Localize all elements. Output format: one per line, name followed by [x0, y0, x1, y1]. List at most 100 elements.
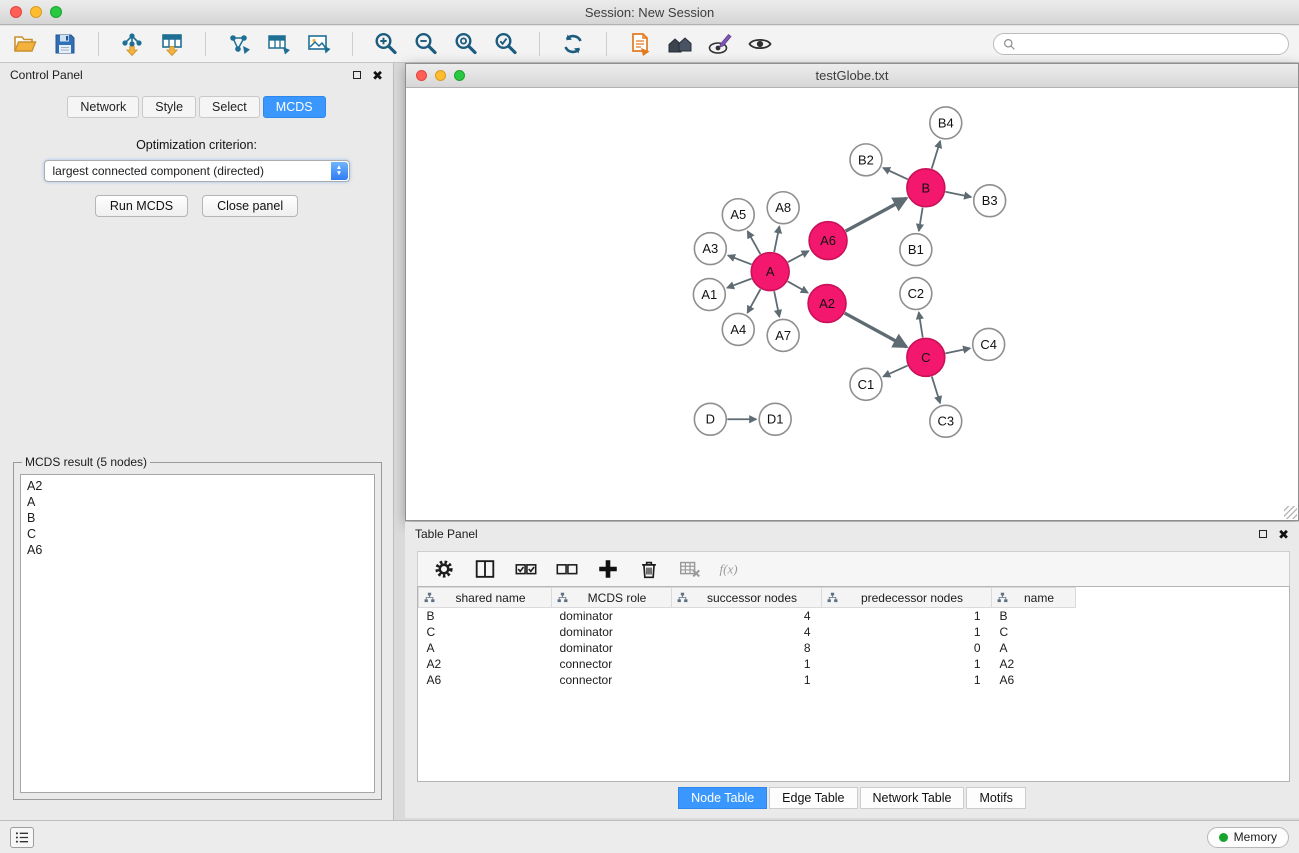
- edge-A-A4[interactable]: [747, 289, 760, 313]
- edge-A6-B[interactable]: [846, 198, 907, 231]
- column-header-successor-nodes[interactable]: successor nodes: [672, 588, 822, 608]
- edge-A-A6[interactable]: [788, 251, 809, 262]
- zoom-in-icon[interactable]: [371, 29, 401, 59]
- tab-select[interactable]: Select: [199, 96, 260, 118]
- edge-C-C4[interactable]: [945, 348, 970, 353]
- zoom-selected-icon[interactable]: [491, 29, 521, 59]
- export-table-icon[interactable]: [264, 29, 294, 59]
- tab-motifs[interactable]: Motifs: [966, 787, 1025, 809]
- control-panel-header: Control Panel ✖: [0, 63, 393, 87]
- node-table-container: shared nameMCDS rolesuccessor nodesprede…: [417, 586, 1290, 782]
- import-network-icon[interactable]: [117, 29, 147, 59]
- tab-mcds[interactable]: MCDS: [263, 96, 326, 118]
- close-panel-button[interactable]: Close panel: [202, 195, 298, 217]
- toolbar-separator: [98, 32, 99, 56]
- column-header-predecessor-nodes[interactable]: predecessor nodes: [822, 588, 992, 608]
- memory-button[interactable]: Memory: [1207, 827, 1289, 848]
- node-label-D1: D1: [767, 412, 784, 427]
- table-row[interactable]: Adominator80A: [419, 640, 1290, 656]
- edge-B-B2[interactable]: [883, 168, 908, 179]
- edge-A-A2[interactable]: [788, 281, 808, 292]
- mcds-result-item[interactable]: B: [27, 510, 368, 526]
- houses-icon[interactable]: [665, 29, 695, 59]
- select-all-icon[interactable]: [513, 556, 539, 582]
- refresh-layout-icon[interactable]: [558, 29, 588, 59]
- node-label-A7: A7: [775, 328, 791, 343]
- task-list-button[interactable]: [10, 827, 34, 848]
- mcds-result-list[interactable]: A2ABCA6: [20, 474, 375, 793]
- zoom-network-window-button[interactable]: [454, 70, 465, 81]
- tab-node-table[interactable]: Node Table: [678, 787, 767, 809]
- float-table-panel-icon[interactable]: [1259, 530, 1267, 538]
- zoom-fit-icon[interactable]: [451, 29, 481, 59]
- edge-A-A3[interactable]: [728, 255, 752, 264]
- table-row[interactable]: Bdominator41B: [419, 608, 1290, 624]
- eye-icon[interactable]: [745, 29, 775, 59]
- column-header-shared-name[interactable]: shared name: [419, 588, 552, 608]
- float-panel-icon[interactable]: [353, 71, 361, 79]
- close-window-button[interactable]: [10, 6, 22, 18]
- eye-brush-icon[interactable]: [705, 29, 735, 59]
- mcds-result-item[interactable]: A: [27, 494, 368, 510]
- export-web-document-icon[interactable]: [625, 29, 655, 59]
- column-header-name[interactable]: name: [992, 588, 1076, 608]
- import-table-icon[interactable]: [157, 29, 187, 59]
- cell-filler: [1076, 624, 1290, 640]
- edge-A-A5[interactable]: [748, 231, 761, 254]
- minimize-window-button[interactable]: [30, 6, 42, 18]
- search-field[interactable]: [993, 33, 1289, 55]
- column-type-icon: [677, 592, 688, 603]
- close-panel-icon[interactable]: ✖: [372, 69, 383, 82]
- add-row-icon[interactable]: [595, 556, 621, 582]
- tab-style[interactable]: Style: [142, 96, 196, 118]
- open-folder-icon[interactable]: [10, 29, 40, 59]
- column-header-mcds-role[interactable]: MCDS role: [552, 588, 672, 608]
- delete-row-icon[interactable]: [636, 556, 662, 582]
- close-network-window-button[interactable]: [416, 70, 427, 81]
- tab-network[interactable]: Network: [67, 96, 139, 118]
- edge-A-A1[interactable]: [727, 279, 751, 288]
- edge-B-B1[interactable]: [919, 207, 923, 230]
- network-window-controls: [416, 70, 465, 81]
- gear-icon[interactable]: [431, 556, 457, 582]
- edge-C-C1[interactable]: [883, 366, 907, 377]
- edge-A-A7[interactable]: [774, 291, 779, 317]
- search-input[interactable]: [1021, 37, 1279, 51]
- cell-name: C: [992, 624, 1076, 640]
- export-image-icon[interactable]: [304, 29, 334, 59]
- export-network-icon[interactable]: [224, 29, 254, 59]
- deselect-all-icon[interactable]: [554, 556, 580, 582]
- zoom-out-icon[interactable]: [411, 29, 441, 59]
- function-builder-icon[interactable]: f(x): [718, 556, 744, 582]
- table-row[interactable]: A6connector11A6: [419, 672, 1290, 688]
- run-mcds-button[interactable]: Run MCDS: [95, 195, 188, 217]
- mcds-result-item[interactable]: A2: [27, 478, 368, 494]
- tab-network-table[interactable]: Network Table: [860, 787, 965, 809]
- node-label-A2: A2: [819, 296, 835, 311]
- node-label-B2: B2: [858, 152, 874, 167]
- table-row[interactable]: Cdominator41C: [419, 624, 1290, 640]
- table-row[interactable]: A2connector11A2: [419, 656, 1290, 672]
- columns-icon[interactable]: [472, 556, 498, 582]
- network-graph: B4B2BB3B1A5A8A6A3AA1A4A7A2C2C4CC1C3DD1: [406, 89, 1298, 520]
- mcds-result-item[interactable]: A6: [27, 542, 368, 558]
- resize-grip[interactable]: [1284, 506, 1297, 519]
- node-label-A3: A3: [702, 241, 718, 256]
- network-canvas[interactable]: B4B2BB3B1A5A8A6A3AA1A4A7A2C2C4CC1C3DD1: [406, 89, 1298, 520]
- minimize-network-window-button[interactable]: [435, 70, 446, 81]
- close-table-panel-icon[interactable]: ✖: [1278, 528, 1289, 541]
- edge-C-C2[interactable]: [919, 312, 923, 337]
- edge-A-A8[interactable]: [774, 226, 779, 252]
- cell-predecessor-nodes: 1: [822, 656, 992, 672]
- tab-edge-table[interactable]: Edge Table: [769, 787, 857, 809]
- edge-A2-C[interactable]: [845, 313, 907, 347]
- criterion-dropdown[interactable]: largest connected component (directed) ▲…: [44, 160, 350, 182]
- edge-C-C3[interactable]: [932, 376, 940, 403]
- delete-table-icon[interactable]: [677, 556, 703, 582]
- mcds-result-item[interactable]: C: [27, 526, 368, 542]
- save-icon[interactable]: [50, 29, 80, 59]
- edge-B-B4[interactable]: [932, 141, 941, 169]
- cell-predecessor-nodes: 0: [822, 640, 992, 656]
- edge-B-B3[interactable]: [945, 192, 971, 197]
- zoom-window-button[interactable]: [50, 6, 62, 18]
